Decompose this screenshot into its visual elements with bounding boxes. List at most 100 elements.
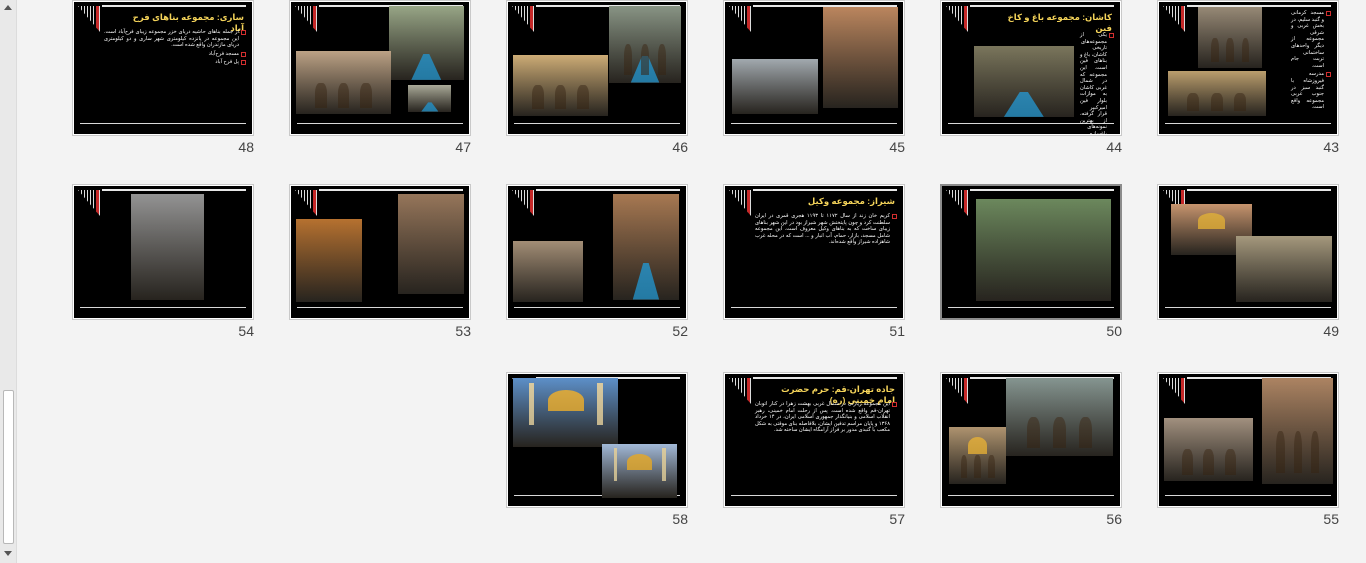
decorative-stripes-icon (729, 6, 751, 32)
slide-thumbnail-53[interactable] (289, 184, 471, 320)
slide-number-label: 44 (1106, 139, 1122, 155)
slide-thumbnail-48[interactable]: ساری: مجموعه بناهای فرح آباد از جمله بناه… (72, 0, 254, 136)
slide-bullet: یکی از مجموعه‌های تاریخی کاشان، باغ و بن… (1080, 32, 1114, 134)
fin-garden-canal-photo (388, 5, 464, 80)
decorative-stripes-icon (295, 190, 317, 216)
top-rule (970, 189, 1114, 191)
decorative-stripes-icon (1163, 378, 1185, 404)
scroll-up-arrow-icon[interactable] (2, 2, 14, 14)
top-rule (102, 189, 246, 191)
bottom-rule (297, 307, 463, 308)
brick-arcade-photo (1164, 417, 1254, 481)
slide-canvas (508, 2, 686, 134)
shrine-minarets-photo (602, 443, 678, 499)
fort-tower-photo (732, 58, 818, 115)
vertical-scrollbar[interactable] (0, 0, 17, 563)
decorative-stripes-icon (729, 190, 751, 216)
bathhouse-interior-photo (1006, 377, 1113, 456)
scroll-down-arrow-icon[interactable] (2, 548, 14, 560)
bazaar-archive-photo-photo (130, 193, 204, 300)
traditional-house-photo (296, 50, 391, 115)
slide-bullet: از جمله بناهای حاشیه دریای خزر مجموعه زی… (104, 29, 246, 49)
slide-canvas (1159, 374, 1337, 506)
slide-canvas (508, 374, 686, 506)
top-rule (1187, 189, 1331, 191)
bottom-rule (731, 495, 897, 496)
slide-canvas (942, 186, 1120, 318)
slide-title: کاشان: مجموعه باغ و کاخ فین (1007, 12, 1112, 33)
slide-number-label: 58 (672, 511, 688, 527)
slide-thumbnail-57[interactable]: جاده تهران-قم: حرم حضرت امام خمینی (ره) ا… (723, 372, 905, 508)
slide-number-label: 57 (889, 511, 905, 527)
slide-thumbnail-56[interactable] (940, 372, 1122, 508)
city-aerial-photo (513, 241, 583, 303)
slide-bullet: مدرسه فیروزشاه با گنبد سبز در جنوب غربی … (1291, 71, 1331, 111)
slide-canvas (291, 2, 469, 134)
slide-thumbnail-52[interactable] (506, 184, 688, 320)
slide-bullet-list: کریم خان زند از سال ۱۱۷۲ تا ۱۱۹۳ هجری قم… (755, 213, 897, 248)
slide-bullet-list: از جمله بناهای حاشیه دریای خزر مجموعه زی… (104, 29, 246, 68)
decorative-stripes-icon (946, 6, 968, 32)
slide-title: شیراز: مجموعه وکیل (807, 196, 895, 206)
slide-bullet: مسجد فرح‌آباد (104, 51, 246, 58)
slide-thumbnail-44[interactable]: کاشان: مجموعه باغ و کاخ فین یکی از مجموعه… (940, 0, 1122, 136)
ruined-walls-photo (1235, 236, 1332, 303)
slide-thumbnail-51[interactable]: شیراز: مجموعه وکیل کریم خان زند از سال ۱۱… (723, 184, 905, 320)
slide-bullet: کریم خان زند از سال ۱۱۷۲ تا ۱۱۹۳ هجری قم… (755, 213, 897, 246)
slide-number-label: 46 (672, 139, 688, 155)
slide-bullet-list: این مجموعه زیارتی در شمال غربی بهشت زهرا… (755, 401, 897, 436)
decorative-stripes-icon (78, 6, 100, 32)
bottom-rule (1165, 307, 1331, 308)
slide-thumbnail-58[interactable] (506, 372, 688, 508)
slide-thumbnail-47[interactable] (289, 0, 471, 136)
scroll-thumb[interactable] (3, 390, 14, 544)
top-rule (319, 189, 463, 191)
slide-thumbnail-46[interactable] (506, 0, 688, 136)
bottom-rule (514, 123, 680, 124)
slide-bullet: مسجد کرمانی و گنبد سلیم، در بخش غربی و ش… (1291, 10, 1331, 69)
slide-canvas (725, 2, 903, 134)
bottom-rule (297, 123, 463, 124)
garden-pool-facade-photo (609, 5, 681, 83)
slide-number-label: 56 (1106, 511, 1122, 527)
bazaar-vault-photo (397, 193, 464, 295)
dam-waterfall-photo (975, 199, 1112, 301)
slide-thumbnail-50[interactable] (940, 184, 1122, 320)
slide-number-label: 53 (455, 323, 471, 339)
slide-bullet-list: یکی از مجموعه‌های تاریخی کاشان، باغ و بن… (1080, 32, 1114, 134)
decorative-stripes-icon (729, 378, 751, 404)
slide-canvas: کاشان: مجموعه باغ و کاخ فین یکی از مجموعه… (942, 2, 1120, 134)
slide-bullet-list: مسجد کرمانی و گنبد سلیم، در بخش غربی و ش… (1291, 10, 1331, 113)
decorative-stripes-icon (78, 190, 100, 216)
slide-canvas: جاده تهران-قم: حرم حضرت امام خمینی (ره) ا… (725, 374, 903, 506)
slide-number-label: 43 (1323, 139, 1339, 155)
bottom-rule (948, 307, 1114, 308)
slide-canvas (1159, 186, 1337, 318)
bottom-rule (1165, 495, 1331, 496)
slide-canvas (508, 186, 686, 318)
bottom-rule (731, 123, 897, 124)
decorative-stripes-icon (1163, 6, 1185, 32)
bottom-rule (731, 307, 897, 308)
bottom-rule (948, 495, 1114, 496)
bottom-rule (80, 307, 246, 308)
decorative-stripes-icon (512, 6, 534, 32)
slide-thumbnail-43[interactable]: مسجد کرمانی و گنبد سلیم، در بخش غربی و ش… (1157, 0, 1339, 136)
slide-canvas: شیراز: مجموعه وکیل کریم خان زند از سال ۱۱… (725, 186, 903, 318)
decorative-stripes-icon (295, 6, 317, 32)
slide-number-label: 45 (889, 139, 905, 155)
madrasa-courtyard-photo (513, 54, 608, 116)
mausoleum-exterior-photo (1198, 7, 1263, 68)
bottom-rule (1165, 123, 1331, 124)
slide-thumbnail-49[interactable] (1157, 184, 1339, 320)
bazaar-night-photo (296, 219, 363, 303)
slide-thumbnail-54[interactable] (72, 184, 254, 320)
slide-number-label: 52 (672, 323, 688, 339)
slide-thumbnail-45[interactable] (723, 0, 905, 136)
slide-canvas (942, 374, 1120, 506)
tiled-portal-photo (1262, 377, 1334, 484)
bottom-rule (80, 123, 246, 124)
slide-thumbnail-55[interactable] (1157, 372, 1339, 508)
mosque-reflection-photo (613, 193, 679, 300)
mosque-facade-photo (1167, 70, 1266, 116)
